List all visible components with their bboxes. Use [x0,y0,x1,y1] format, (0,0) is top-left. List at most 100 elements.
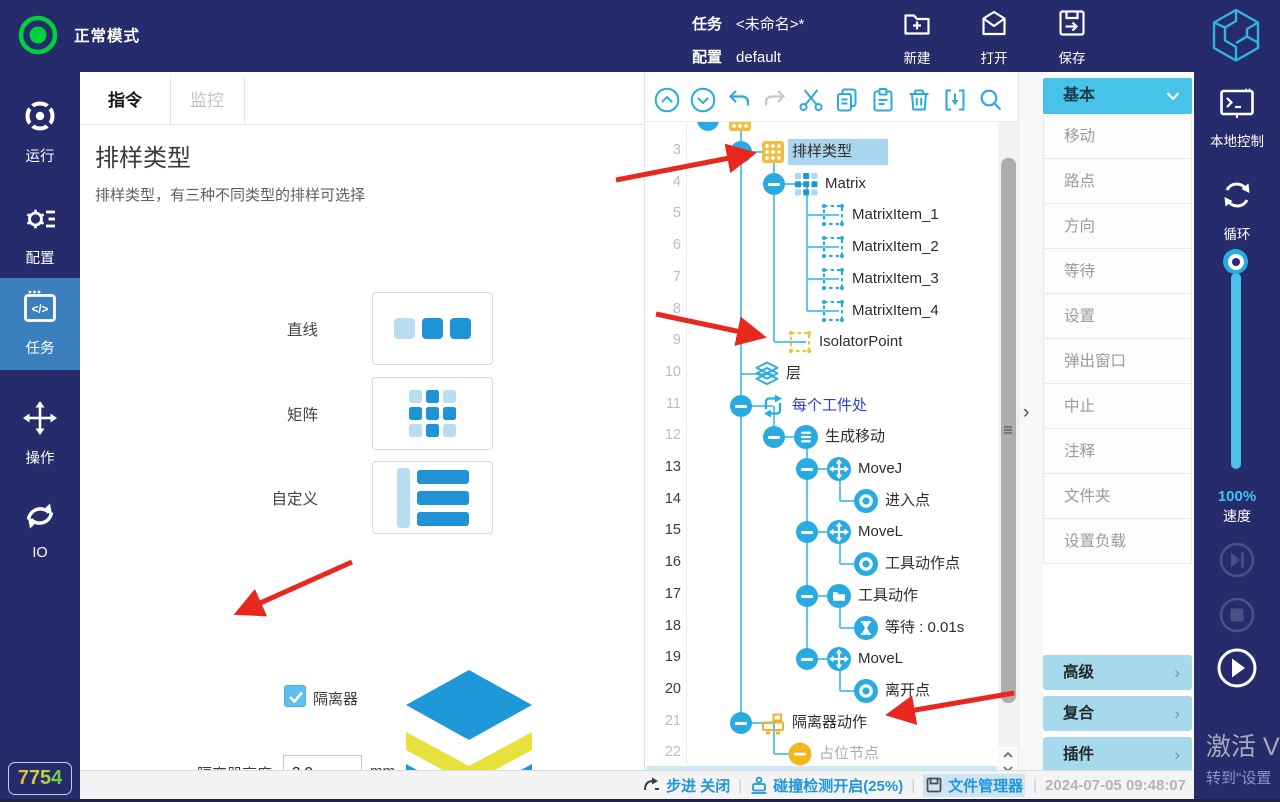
sidebar-item-config[interactable]: 配置 [0,188,80,272]
merge-icon[interactable] [941,86,969,114]
sidebar-item-operate[interactable]: 操作 [0,388,80,474]
command-item-3[interactable]: 方向 [1043,204,1192,249]
menu-circle-icon[interactable] [793,424,819,450]
dash-blue-icon[interactable] [820,266,846,292]
tree-collapse-toggle[interactable] [796,585,818,607]
tree-node-label[interactable]: MatrixItem_4 [852,298,939,324]
tree-collapse-toggle[interactable] [796,458,818,480]
tree-node-label[interactable]: Matrix [825,171,866,197]
stop-button[interactable] [1217,595,1257,640]
target-circle-icon[interactable] [853,551,879,577]
folder-circle-icon[interactable] [826,583,852,609]
sidebar-item-io[interactable]: IO [0,486,80,560]
sidebar-item-run[interactable]: 运行 [0,86,80,170]
dash-yellow-icon[interactable] [787,329,813,355]
collapse-up-icon[interactable] [653,86,681,114]
tree-node-label[interactable]: MatrixItem_3 [852,266,939,292]
tree-collapse-toggle[interactable] [730,712,752,734]
sidebar-item-task[interactable]: </>任务 [0,278,80,370]
scroll-up-button[interactable] [998,748,1018,762]
robot-number-badge[interactable]: 7754 [8,762,72,795]
tree-node-label[interactable]: 生成移动 [825,424,885,450]
file-manager-button[interactable]: 文件管理器 [923,774,1025,797]
paste-icon[interactable] [869,86,897,114]
tree-collapse-toggle[interactable] [796,648,818,670]
command-item-2[interactable]: 路点 [1043,159,1192,204]
tab-monitor[interactable]: 监控 [170,78,244,124]
option-card-matrix[interactable] [372,377,493,450]
tree-node-label[interactable]: 排样类型 [792,139,852,165]
tree-collapse-toggle[interactable] [730,395,752,417]
undo-icon[interactable] [725,86,753,114]
tree-node-label[interactable]: IsolatorPoint [819,329,902,355]
copy-icon[interactable] [833,86,861,114]
speed-slider-thumb[interactable] [1223,249,1248,274]
option-card-custom[interactable] [372,461,493,534]
expand-panel-chevron[interactable]: › [1023,402,1029,424]
dash-blue-icon[interactable] [820,202,846,228]
move-circle-icon[interactable] [826,456,852,482]
tree-scrollbar-thumb[interactable] [1001,158,1016,703]
command-item-9[interactable]: 文件夹 [1043,474,1192,519]
tree-node-label[interactable]: 进入点 [885,488,930,514]
command-item-10[interactable]: 设置负载 [1043,519,1192,564]
speed-slider-track[interactable] [1231,273,1241,469]
loop-icon[interactable] [760,393,786,419]
tree-node-label[interactable]: 隔离器动作 [792,710,867,736]
move-circle-icon[interactable] [826,519,852,545]
tree-node-label[interactable]: MoveJ [858,456,902,482]
tree-node-label[interactable]: MoveL [858,646,903,672]
minus-yellow-icon[interactable] [787,741,813,767]
tree-collapse-toggle[interactable] [697,122,719,131]
command-group-basic[interactable]: 基本 [1043,78,1192,114]
command-item-1[interactable]: 移动 [1043,114,1192,159]
tree-node-label[interactable]: 工具动作 [858,583,918,609]
dash-blue-icon[interactable] [820,298,846,324]
tree-node-label[interactable]: MatrixItem_2 [852,234,939,260]
move-circle-icon[interactable] [826,646,852,672]
step-forward-button[interactable] [1217,540,1257,585]
open-button[interactable]: 打开 [961,8,1027,67]
command-item-7[interactable]: 中止 [1043,384,1192,429]
save-button[interactable]: 保存 [1039,8,1105,67]
command-group-3[interactable]: 插件› [1043,737,1192,772]
tree-collapse-toggle[interactable] [796,521,818,543]
tree-node-label[interactable]: MatrixItem_1 [852,202,939,228]
delete-icon[interactable] [905,86,933,114]
play-button[interactable] [1215,646,1259,695]
matrix-blue-icon[interactable] [793,171,819,197]
grid-yellow-icon[interactable] [727,122,753,133]
target-circle-icon[interactable] [853,488,879,514]
isolator-yellow-icon[interactable] [760,710,786,736]
collision-detection-toggle[interactable]: 碰撞检测开启(25%) [750,775,903,796]
tree-node-label[interactable]: 占位节点 [819,741,879,767]
expand-down-icon[interactable] [689,86,717,114]
target-circle-icon[interactable] [853,678,879,704]
tree-scrollbar-track[interactable] [998,122,1018,747]
loop-button[interactable]: 循环 [1194,177,1280,243]
hourglass-circle-icon[interactable] [853,615,879,641]
tree-node-label[interactable]: 层 [786,361,801,387]
tree-node-label[interactable]: 离开点 [885,678,930,704]
cut-icon[interactable] [797,86,825,114]
tree-node-label[interactable]: 工具动作点 [885,551,960,577]
command-item-8[interactable]: 注释 [1043,429,1192,474]
command-item-6[interactable]: 弹出窗口 [1043,339,1192,384]
tree-collapse-toggle[interactable] [730,141,752,163]
command-item-4[interactable]: 等待 [1043,249,1192,294]
command-group-1[interactable]: 高级› [1043,655,1192,690]
tree-node-label[interactable]: 每个工件处 [792,393,867,419]
tree-collapse-toggle[interactable] [763,173,785,195]
command-group-2[interactable]: 复合› [1043,696,1192,731]
grid-yellow-icon[interactable] [760,139,786,165]
layers-icon[interactable] [754,361,780,387]
dash-blue-icon[interactable] [820,234,846,260]
redo-icon[interactable] [761,86,789,114]
tab-instruction[interactable]: 指令 [80,78,170,124]
local-control-button[interactable]: 本地控制 [1194,88,1280,150]
command-item-5[interactable]: 设置 [1043,294,1192,339]
new-button[interactable]: 新建 [884,8,950,67]
tree-collapse-toggle[interactable] [763,426,785,448]
search-icon[interactable] [977,86,1005,114]
option-card-line[interactable] [372,292,493,365]
